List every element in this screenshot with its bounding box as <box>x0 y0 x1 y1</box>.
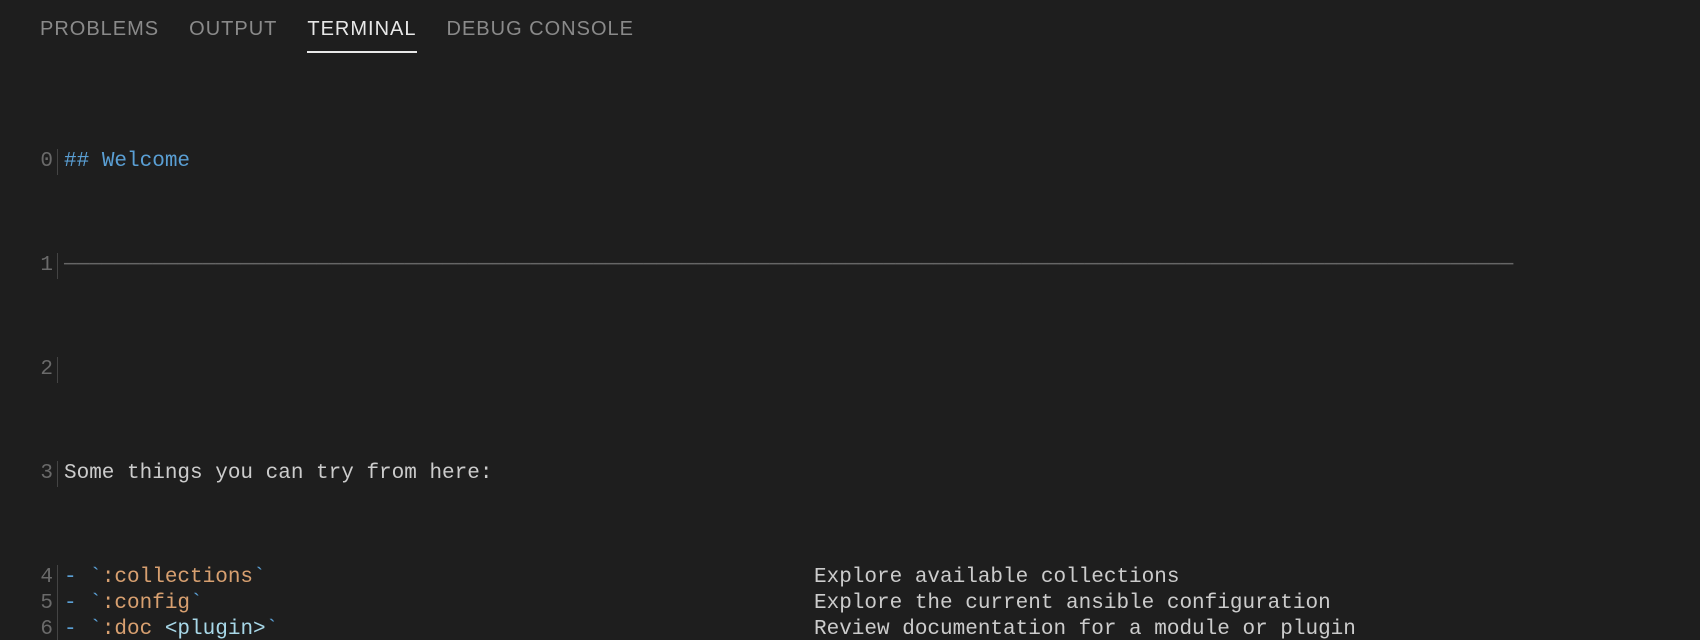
heading-prefix: ## <box>64 150 102 173</box>
line-number: 5 <box>0 591 58 617</box>
command: :config <box>102 592 190 615</box>
terminal-line: 2 <box>0 357 1700 383</box>
terminal-line: 0 ## Welcome <box>0 149 1700 175</box>
bullet: - ` <box>64 592 102 615</box>
command: :doc <box>102 618 165 640</box>
welcome-heading: Welcome <box>102 150 190 173</box>
closing-tick: ` <box>190 592 203 615</box>
closing-tick: ` <box>253 566 266 589</box>
terminal-line: 1 ──────────────────────────────────────… <box>0 253 1700 279</box>
bullet: - ` <box>64 618 102 640</box>
bullet: - ` <box>64 566 102 589</box>
command-args: <plugin> <box>165 618 266 640</box>
intro-text: Some things you can try from here: <box>64 461 492 487</box>
tab-output[interactable]: OUTPUT <box>189 18 277 53</box>
line-number: 3 <box>0 461 58 487</box>
line-number: 2 <box>0 357 58 383</box>
tab-terminal[interactable]: TERMINAL <box>307 18 416 53</box>
line-number: 6 <box>0 617 58 640</box>
horizontal-rule: ────────────────────────────────────────… <box>64 253 1513 279</box>
line-number: 4 <box>0 565 58 591</box>
line-number: 0 <box>0 149 58 175</box>
tab-debug-console[interactable]: DEBUG CONSOLE <box>447 18 634 53</box>
terminal-line: 5 - `:config` Explore the current ansible … <box>0 591 1700 617</box>
line-number: 1 <box>0 253 58 279</box>
terminal-line: 3 Some things you can try from here: <box>0 461 1700 487</box>
command-description: Review documentation for a module or plu… <box>814 617 1356 640</box>
closing-tick: ` <box>266 618 279 640</box>
tab-problems[interactable]: PROBLEMS <box>40 18 159 53</box>
terminal-output[interactable]: 0 ## Welcome 1 ─────────────────────────… <box>0 65 1700 640</box>
terminal-line: 6 - `:doc <plugin>` Review documentation f… <box>0 617 1700 640</box>
command-description: Explore the current ansible configuratio… <box>814 591 1331 617</box>
terminal-line: 4 - `:collections` Explore available colle… <box>0 565 1700 591</box>
command: :collections <box>102 566 253 589</box>
panel-tabs: PROBLEMS OUTPUT TERMINAL DEBUG CONSOLE <box>0 0 1700 65</box>
command-description: Explore available collections <box>814 565 1179 591</box>
